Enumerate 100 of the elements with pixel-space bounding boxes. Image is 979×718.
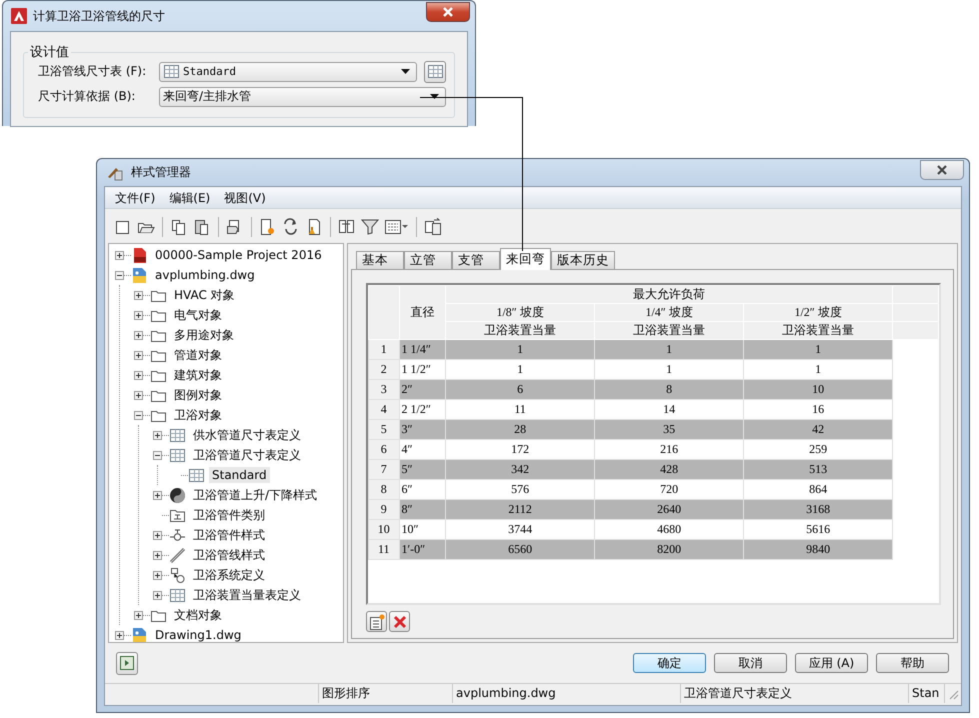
expand-toggle[interactable]: [115, 250, 124, 260]
dropdown[interactable]: 来回弯/主排水管: [159, 86, 446, 106]
table-cell: 8: [594, 380, 744, 400]
tree-item[interactable]: 文档对象: [171, 606, 225, 624]
tree-item[interactable]: avplumbing.dwg: [152, 267, 258, 283]
tree-item[interactable]: 卫浴对象: [171, 406, 225, 424]
column-header: 1/4″ 坡度: [594, 304, 744, 322]
expand-toggle[interactable]: [153, 570, 162, 580]
dialog-button[interactable]: 帮助: [876, 653, 949, 673]
tree-item[interactable]: 管道对象: [171, 346, 225, 364]
tree-item[interactable]: Drawing1.dwg: [152, 627, 244, 642]
window-title: 样式管理器: [131, 164, 191, 181]
expand-toggle[interactable]: [153, 530, 162, 540]
expand-toggle[interactable]: [153, 450, 162, 460]
expand-toggle[interactable]: [153, 550, 162, 560]
expand-toggle[interactable]: [134, 610, 143, 620]
table-icon: [169, 446, 186, 464]
expand-toggle[interactable]: [134, 370, 143, 380]
expand-toggle[interactable]: [134, 410, 143, 420]
expand-toggle[interactable]: [134, 350, 143, 360]
expand-toggle[interactable]: [134, 310, 143, 320]
close-button[interactable]: [426, 2, 470, 22]
status-text: Stan: [909, 684, 945, 703]
tab[interactable]: 来回弯: [500, 248, 551, 270]
tree-item[interactable]: 多用途对象: [171, 326, 237, 344]
table-icon: [169, 586, 186, 604]
tree-item[interactable]: 供水管道尺寸表定义: [190, 426, 304, 444]
tree-item[interactable]: Standard: [209, 467, 270, 483]
row-number: 5: [368, 420, 400, 440]
expand-toggle[interactable]: [134, 390, 143, 400]
tab[interactable]: 立管: [404, 251, 452, 269]
tree-item[interactable]: 卫浴管线样式: [190, 546, 268, 564]
expand-toggle[interactable]: [153, 490, 162, 500]
table-cell: 6560: [446, 540, 595, 560]
menu-item[interactable]: 视图(V): [217, 190, 273, 206]
pipe-icon: [169, 546, 186, 564]
table-cell: 5″: [399, 460, 446, 480]
table-cell: 3168: [744, 500, 893, 520]
dropdown[interactable]: Standard: [159, 62, 417, 82]
toggle-view-icon[interactable]: [424, 218, 442, 236]
row-number: 4: [368, 400, 400, 420]
close-button[interactable]: [920, 160, 964, 180]
tree-item[interactable]: HVAC 对象: [171, 286, 238, 304]
new-document-icon[interactable]: [114, 218, 132, 236]
copy-icon[interactable]: [170, 218, 188, 236]
table-cell: 1: [594, 340, 744, 360]
column-header: 卫浴装置当量: [446, 322, 595, 340]
compare-icon[interactable]: [338, 218, 356, 236]
new-style-icon[interactable]: [259, 218, 277, 236]
row-number: 8: [368, 480, 400, 500]
expand-toggle[interactable]: [134, 290, 143, 300]
tree-item[interactable]: 卫浴管件类别: [190, 506, 268, 524]
column-header: 最大允许负荷: [446, 286, 893, 304]
tree-item[interactable]: 图例对象: [171, 386, 225, 404]
expand-toggle[interactable]: [153, 430, 162, 440]
table-cell: 2″: [399, 380, 446, 400]
group-label: 设计值: [28, 43, 71, 61]
menu-item[interactable]: 文件(F): [108, 190, 162, 206]
tree-item[interactable]: 卫浴装置当量表定义: [190, 586, 304, 604]
table-cell: 1 1/4″: [399, 340, 446, 360]
table-icon: [169, 426, 186, 444]
expand-toggle[interactable]: [115, 270, 124, 280]
expand-toggle[interactable]: [115, 630, 124, 640]
delete-row-button[interactable]: [389, 611, 410, 632]
toggle-view-button[interactable]: [116, 652, 138, 674]
status-text: 图形排序: [319, 684, 453, 703]
tree-item[interactable]: 00000-Sample Project 2016: [152, 247, 325, 263]
tree-item[interactable]: 电气对象: [171, 306, 225, 324]
row-number: 7: [368, 460, 400, 480]
table-cell: 8″: [399, 500, 446, 520]
status-text: 卫浴管道尺寸表定义: [681, 684, 909, 703]
row-number: 11: [368, 540, 400, 560]
tab[interactable]: 支管: [452, 251, 500, 269]
tab[interactable]: 版本历史: [551, 251, 615, 269]
column-header: 1/8″ 坡度: [446, 304, 595, 322]
table-cell: 9840: [744, 540, 893, 560]
resize-grip-icon[interactable]: [947, 688, 959, 700]
tree-item[interactable]: 卫浴管道尺寸表定义: [190, 446, 304, 464]
delete-icon[interactable]: [392, 614, 406, 628]
tree-item[interactable]: 卫浴系统定义: [190, 566, 268, 584]
table-cell: 1: [744, 340, 893, 360]
view-list-icon[interactable]: [384, 218, 409, 236]
expand-toggle[interactable]: [134, 330, 143, 340]
flowchart-icon: [169, 566, 186, 584]
tab[interactable]: 基本: [356, 251, 404, 269]
tree-item[interactable]: 建筑对象: [171, 366, 225, 384]
table-cell: 10: [744, 380, 893, 400]
caret-icon[interactable]: [430, 94, 439, 100]
dialog-button[interactable]: 确定: [633, 653, 706, 673]
filter-icon[interactable]: [361, 218, 379, 236]
expand-toggle[interactable]: [153, 590, 162, 600]
dialog-button[interactable]: 应用 (A): [795, 653, 868, 673]
close-icon[interactable]: [936, 165, 948, 175]
dialog-button[interactable]: 取消: [714, 653, 787, 673]
tree-item[interactable]: 卫浴管道上升/下降样式: [190, 486, 320, 504]
caret-icon[interactable]: [401, 68, 410, 74]
paste-icon[interactable]: [193, 218, 211, 236]
tree-item[interactable]: 卫浴管件样式: [190, 526, 268, 544]
menu-item[interactable]: 编辑(E): [162, 190, 218, 206]
table-icon: [163, 63, 180, 80]
